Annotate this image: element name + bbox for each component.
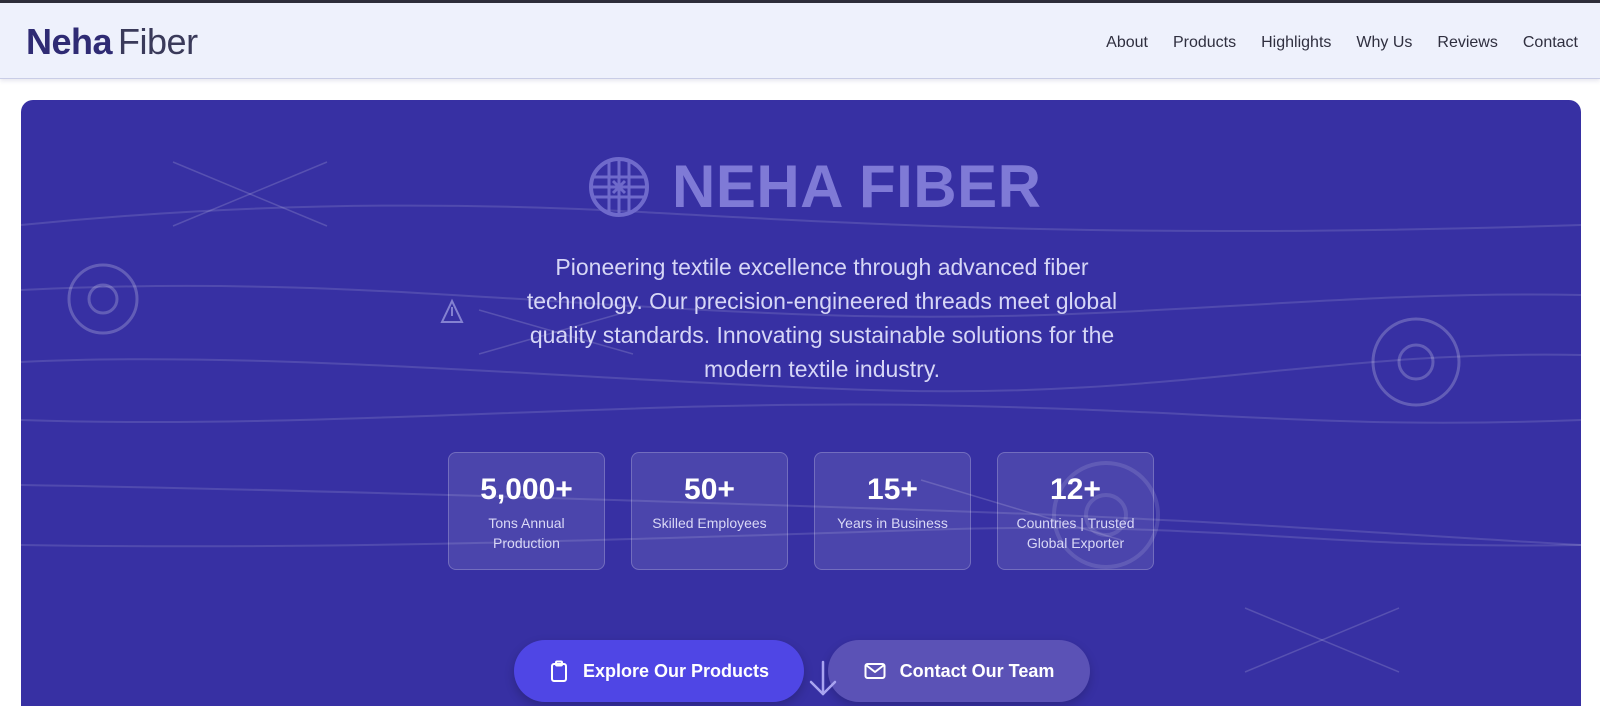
stat-label: Tons Annual Production (488, 515, 565, 551)
stat-card-years: 15+ Years in Business (814, 452, 971, 570)
brand-logo-light: Fiber (118, 21, 198, 62)
clipboard-icon (549, 660, 569, 682)
nav-link-about[interactable]: About (1106, 33, 1148, 53)
stat-card-production: 5,000+ Tons Annual Production (448, 452, 605, 570)
nav-link-products[interactable]: Products (1173, 33, 1236, 53)
stat-value: 15+ (867, 473, 918, 506)
brand-logo[interactable]: Neha Fiber (26, 22, 198, 62)
nav-links: About Products Highlights Why Us Reviews… (1106, 33, 1578, 53)
brand-logo-bold: Neha (26, 21, 113, 62)
hero-description: Pioneering textile excellence through ad… (526, 254, 1118, 382)
stat-card-countries: 12+ Countries | Trusted Global Exporter (997, 452, 1154, 570)
nav-link-reviews[interactable]: Reviews (1437, 33, 1497, 53)
contact-team-button[interactable]: Contact Our Team (828, 640, 1090, 702)
navbar: Neha Fiber About Products Highlights Why … (0, 3, 1600, 79)
contact-team-label: Contact Our Team (899, 660, 1055, 681)
stat-value: 12+ (1050, 473, 1101, 506)
globe-fiber-icon (588, 156, 650, 218)
stat-value: 5,000+ (480, 473, 573, 506)
stat-value: 50+ (684, 473, 735, 506)
nav-link-why-us[interactable]: Why Us (1356, 33, 1412, 53)
stat-label: Years in Business (837, 515, 948, 531)
nav-link-highlights[interactable]: Highlights (1261, 33, 1331, 53)
arrow-down-icon[interactable] (808, 660, 838, 705)
explore-products-label: Explore Our Products (582, 660, 770, 681)
explore-products-button[interactable]: Explore Our Products (514, 640, 804, 702)
hero-title-text: NEHA FIBER (672, 153, 1042, 220)
stat-label: Skilled Employees (652, 515, 767, 531)
mail-icon (864, 662, 886, 680)
hero-title: NEHA FIBER (588, 152, 1041, 222)
nav-link-contact[interactable]: Contact (1523, 33, 1578, 53)
stat-card-employees: 50+ Skilled Employees (631, 452, 788, 570)
stats-row: 5,000+ Tons Annual Production 50+ Skille… (448, 452, 1154, 570)
stat-label: Countries | Trusted Global Exporter (1016, 515, 1135, 551)
